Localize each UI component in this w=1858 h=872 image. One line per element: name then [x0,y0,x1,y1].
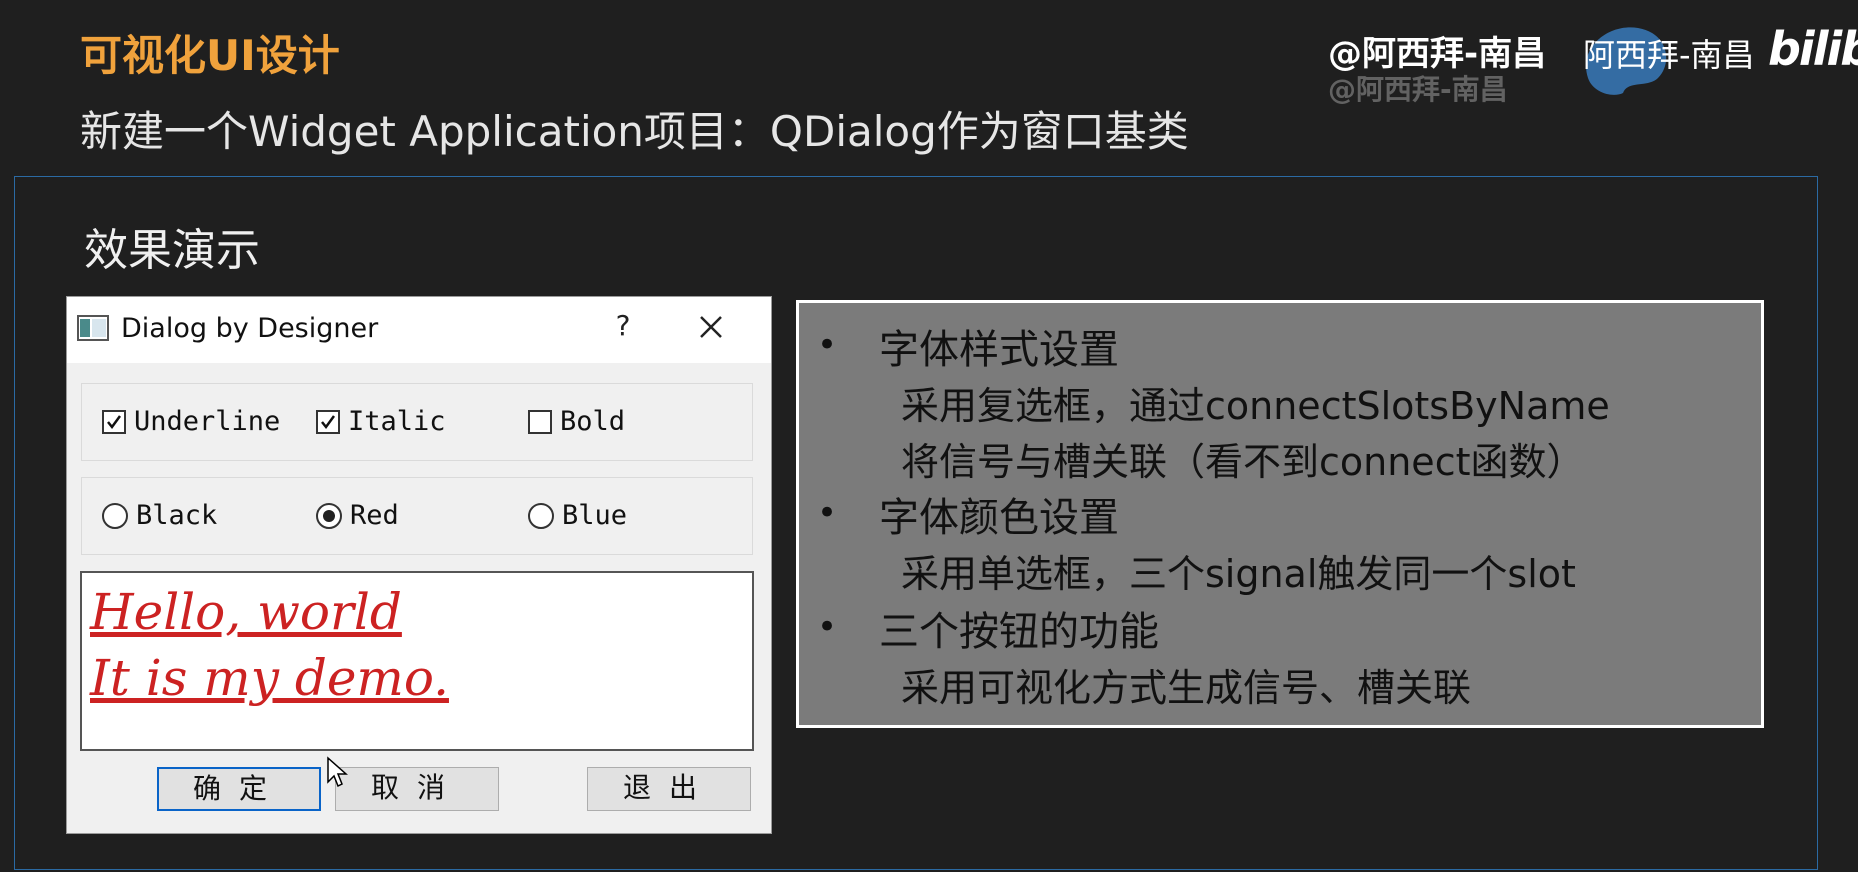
cancel-button[interactable]: 取消 [335,767,499,811]
notes-panel: • 字体样式设置 采用复选框，通过connectSlotsByName 将信号与… [796,300,1764,728]
section-heading: 效果演示 [84,225,260,276]
watermark-user-reflection: @阿西拜-南昌 [1328,73,1508,106]
red-radio[interactable]: Red [316,500,399,531]
italic-checkbox[interactable]: Italic [316,406,446,437]
radio-selected-icon [316,502,342,529]
red-label: Red [350,500,399,531]
radio-unselected-icon [102,502,128,529]
checkbox-checked-icon [316,409,340,434]
note-heading: 字体样式设置 [879,327,1119,373]
help-button[interactable]: ? [603,309,643,342]
slide-subtitle: 新建一个Widget Application项目：QDialog作为窗口基类 [80,107,1189,156]
font-color-group: Black Red Blue [81,477,753,555]
blue-label: Blue [562,500,628,531]
app-window-icon [77,315,109,341]
note-line: 采用可视化方式生成信号、槽关联 [901,666,1472,710]
bilibili-logo: bilibi [1768,22,1858,76]
bold-label: Bold [560,406,626,437]
designer-dialog: Dialog by Designer ? Underline Italic Bo… [66,296,772,834]
bullet: • [817,493,838,533]
note-line: 采用复选框，通过connectSlotsByName [901,384,1610,428]
bullet: • [817,607,838,647]
note-heading: 字体颜色设置 [879,495,1119,541]
black-radio[interactable]: Black [102,500,217,531]
radio-unselected-icon [528,502,554,529]
checkbox-unchecked-icon [528,409,552,434]
text-line: Hello, world [90,583,402,641]
mouse-cursor-icon [327,756,348,788]
blue-radio[interactable]: Blue [528,500,627,531]
note-heading: 三个按钮的功能 [879,609,1159,655]
note-line: 采用单选框，三个signal触发同一个slot [901,552,1576,596]
ok-button[interactable]: 确定 [157,767,321,811]
note-line: 将信号与槽关联（看不到connect函数） [901,440,1585,484]
bullet: • [817,325,838,365]
underline-label: Underline [134,406,281,437]
dialog-title: Dialog by Designer [121,313,379,344]
checkbox-checked-icon [102,409,126,434]
italic-label: Italic [348,406,446,437]
dialog-titlebar[interactable]: Dialog by Designer ? [67,297,771,363]
black-label: Black [136,500,218,531]
underline-checkbox[interactable]: Underline [102,406,280,437]
text-line: It is my demo. [90,649,449,707]
bilibili-watermark: @阿西拜-南昌 @阿西拜-南昌 阿西拜-南昌 bilibi [1328,18,1858,106]
bold-checkbox[interactable]: Bold [528,406,625,437]
slide-title: 可视化UI设计 [80,31,340,80]
font-style-group: Underline Italic Bold [81,383,753,461]
watermark-name: 阿西拜-南昌 [1583,36,1755,74]
text-edit[interactable]: Hello, world It is my demo. [80,571,754,751]
exit-button[interactable]: 退出 [587,767,751,811]
close-icon[interactable] [691,307,731,347]
